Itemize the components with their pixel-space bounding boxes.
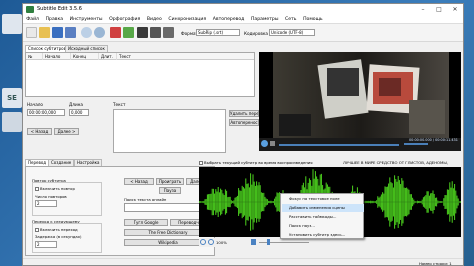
stop-icon[interactable]	[270, 141, 275, 146]
settings-icon[interactable]	[163, 27, 174, 38]
tab-translate[interactable]: Перевод	[25, 159, 50, 166]
volume-bar[interactable]	[404, 143, 428, 145]
duration-label: Длина	[69, 102, 83, 107]
loop-enable-label: Включить повтор	[40, 186, 75, 191]
menu-bar: Файл Правка Инструменты Орфография Видео Синх…	[23, 15, 463, 24]
translate-prev-button[interactable]: < Назад	[124, 178, 154, 185]
menu-options[interactable]: Параметры	[248, 15, 282, 24]
zoom-out-icon[interactable]	[200, 239, 206, 245]
search-online-label: Поиск текста онлайн	[124, 197, 167, 202]
toolbar: Формат SubRip (.srt) Кодировка Unicode (…	[23, 24, 463, 42]
context-focus-textbox[interactable]: Фокус на текстовое поле	[282, 195, 364, 203]
seek-bar[interactable]	[279, 144, 399, 146]
subtitle-grid[interactable]: № Начало Конец Длит. Текст	[25, 52, 255, 97]
open-folder-icon[interactable]	[39, 27, 50, 38]
loop-enable-checkbox[interactable]	[35, 187, 39, 191]
menu-autotranslate[interactable]: Автоперевод	[209, 15, 247, 24]
app-icon	[26, 6, 34, 13]
text-label: Текст	[113, 102, 126, 107]
context-find-pauses[interactable]: Поиск пауз...	[282, 222, 364, 230]
remove-linebreak-button[interactable]: Удалить перенос	[229, 110, 259, 117]
zoom-in-icon[interactable]	[208, 239, 214, 245]
waveform-play-icon[interactable]	[251, 239, 256, 245]
fix-errors-icon[interactable]	[110, 27, 121, 38]
desktop-icon-se[interactable]: SE	[2, 88, 22, 108]
waveform-controls: 100%	[199, 238, 461, 247]
menu-network[interactable]: Сеть	[282, 15, 300, 24]
desktop-icon-1[interactable]	[2, 14, 22, 34]
maximize-button[interactable]: □	[431, 4, 447, 15]
play-icon[interactable]	[261, 140, 268, 147]
translate-panel: Повтор субтитра Включить повтор Число по…	[25, 166, 215, 256]
spellcheck-icon[interactable]	[123, 27, 134, 38]
desktop-icon-3[interactable]	[2, 112, 22, 132]
title-bar: Subtitle Edit 3.5.6 – □ ✕	[23, 4, 463, 15]
replace-icon[interactable]	[94, 27, 105, 38]
encoding-select[interactable]: Unicode (UTF-8)	[269, 29, 315, 36]
window-title: Subtitle Edit 3.5.6	[37, 6, 82, 12]
move-enable-label: Включить переход	[40, 227, 78, 232]
menu-edit[interactable]: Правка	[42, 15, 66, 24]
move-enable-row[interactable]: Включить переход	[35, 227, 78, 232]
prev-subtitle-button[interactable]: < Назад	[27, 128, 52, 135]
format-select[interactable]: SubRip (.srt)	[196, 29, 240, 36]
menu-video[interactable]: Видео	[144, 15, 166, 24]
tab-original-list[interactable]: Исходный список	[65, 45, 108, 52]
status-bar: Номер строки: 1	[23, 258, 463, 266]
menu-tools[interactable]: Инструменты	[66, 15, 105, 24]
context-insert-subtitle-here[interactable]: Установить субтитр здесь...	[282, 231, 364, 239]
app-window: Subtitle Edit 3.5.6 – □ ✕ Файл Правка Инст…	[22, 3, 464, 266]
new-file-icon[interactable]	[26, 27, 37, 38]
delay-input[interactable]: 2	[35, 241, 57, 248]
context-set-timecodes[interactable]: Расставить таймкоды...	[282, 213, 364, 221]
col-start[interactable]: Начало	[43, 53, 71, 60]
loop-enable-row[interactable]: Включить повтор	[35, 186, 75, 191]
menu-spellcheck[interactable]: Орфография	[106, 15, 144, 24]
start-time-label: Начало	[27, 102, 43, 107]
tab-adjust[interactable]: Настройка	[74, 159, 103, 166]
loop-count-label: Число повторов	[35, 194, 67, 199]
save-as-icon[interactable]	[65, 27, 76, 38]
translate-pause-button[interactable]: Пауза	[159, 187, 181, 194]
select-current-checkbox[interactable]	[199, 161, 203, 165]
menu-file[interactable]: Файл	[23, 15, 42, 24]
find-icon[interactable]	[81, 27, 92, 38]
waveform-slider-thumb[interactable]	[267, 239, 270, 245]
video-controls: 00:00:00.000 / 00:00:11.431	[259, 138, 461, 151]
delay-label: Задержка (в секундах)	[35, 234, 82, 239]
waveform-icon[interactable]	[150, 27, 161, 38]
next-subtitle-button[interactable]: Далее >	[54, 128, 79, 135]
autobreak-button[interactable]: Автоперенос	[229, 119, 259, 126]
col-end[interactable]: Конец	[71, 53, 99, 60]
encoding-label: Кодировка	[244, 31, 268, 36]
select-current-row[interactable]: Выбрать текущий субтитр во время воспрои…	[199, 160, 313, 165]
start-time-input[interactable]: 00:00:00,000	[27, 109, 65, 116]
select-current-label: Выбрать текущий субтитр во время воспрои…	[204, 160, 313, 165]
context-add-scene-changes[interactable]: Добавить изменения сцены	[282, 204, 364, 212]
move-enable-checkbox[interactable]	[35, 228, 39, 232]
video-timecode: 00:00:00.000 / 00:00:11.431	[409, 138, 458, 142]
col-duration[interactable]: Длит.	[99, 53, 117, 60]
duration-input[interactable]: 0,000	[69, 109, 89, 116]
video-frame	[273, 52, 449, 138]
zoom-level: 100%	[216, 240, 227, 245]
google-it-button[interactable]: Гугл Google	[124, 219, 168, 226]
video-player[interactable]: 00:00:00.000 / 00:00:11.431	[259, 52, 461, 151]
current-subtitle-text: ЛУЧШЕЕ В МИРЕ СРЕДСТВО ОТ ГЛИСТОВ, АДЕНО…	[343, 160, 448, 165]
loop-count-input[interactable]: 2	[35, 200, 57, 207]
tab-subtitle-list[interactable]: Список субтитров	[25, 45, 69, 52]
close-button[interactable]: ✕	[447, 4, 463, 15]
col-number[interactable]: №	[26, 53, 43, 60]
menu-sync[interactable]: Синхронизация	[165, 15, 209, 24]
waveform-context-menu: Фокус на текстовое поле Добавить изменен…	[280, 193, 364, 239]
menu-help[interactable]: Помощь	[300, 15, 326, 24]
video-icon[interactable]	[137, 27, 148, 38]
line-number-status: Номер строки: 1	[419, 261, 452, 266]
subtitle-text-box[interactable]	[113, 109, 226, 153]
translate-play-button[interactable]: Проиграть	[156, 178, 184, 185]
save-icon[interactable]	[52, 27, 63, 38]
tab-create[interactable]: Создание	[48, 159, 75, 166]
minimize-button[interactable]: –	[415, 4, 431, 15]
col-text[interactable]: Текст	[117, 53, 247, 60]
